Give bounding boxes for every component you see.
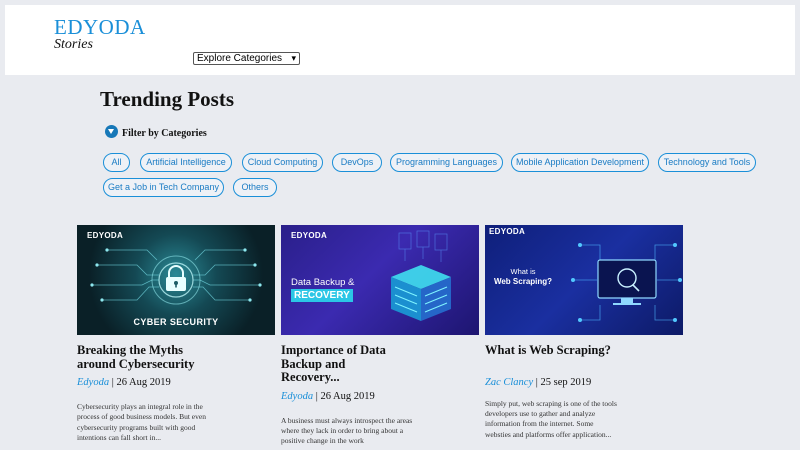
thumb-caption-line1: What is xyxy=(510,267,536,276)
post-meta: Edyoda | 26 Aug 2019 xyxy=(77,377,275,388)
chip-technology-and-tools[interactable]: Technology and Tools xyxy=(658,153,756,172)
chevron-down-icon: ▾ xyxy=(291,53,296,63)
post-meta: Edyoda | 26 Aug 2019 xyxy=(281,391,479,402)
post-title[interactable]: What is Web Scraping? xyxy=(485,343,645,358)
explore-categories-select[interactable]: Explore Categories ▾ xyxy=(193,52,300,65)
chip-artificial-intelligence[interactable]: Artificial Intelligence xyxy=(140,153,232,172)
monitor-icon xyxy=(597,259,657,305)
post-card[interactable]: EDYODA CYBER SECURITY Breaking the Myths… xyxy=(77,225,275,444)
post-date: 25 sep 2019 xyxy=(540,376,592,388)
thumb-caption: CYBER SECURITY xyxy=(133,317,219,327)
brand-tagline: Stories xyxy=(54,37,93,52)
filter-icon[interactable] xyxy=(105,124,118,138)
post-date: 26 Aug 2019 xyxy=(116,377,171,388)
filter-label: Filter by Categories xyxy=(122,127,207,139)
post-card[interactable]: EDYODA What is Web Scraping? What is Web… xyxy=(485,225,683,440)
chip-get-a-job[interactable]: Get a Job in Tech Company xyxy=(103,178,224,197)
post-author[interactable]: Zac Clancy xyxy=(485,377,533,388)
post-card[interactable]: EDYODA Data Backup & RECOVERY Importance… xyxy=(281,225,479,447)
page-title: Trending Posts xyxy=(100,87,234,111)
server-stack-icon xyxy=(391,265,451,321)
post-meta: Zac Clancy | 25 sep 2019 xyxy=(485,377,683,388)
chip-cloud-computing[interactable]: Cloud Computing xyxy=(242,153,323,172)
thumb-caption-line2: RECOVERY xyxy=(291,289,353,302)
chip-programming-languages[interactable]: Programming Languages xyxy=(390,153,503,172)
post-excerpt: A business must always introspect the ar… xyxy=(281,415,413,446)
post-thumbnail[interactable]: EDYODA CYBER SECURITY xyxy=(77,225,275,335)
lock-icon xyxy=(166,265,186,291)
post-title[interactable]: Breaking the Myths around Cybersecurity xyxy=(77,343,207,371)
post-excerpt: Simply put, web scraping is one of the t… xyxy=(485,398,617,439)
chip-others[interactable]: Others xyxy=(233,178,277,197)
thumb-brand: EDYODA xyxy=(87,231,124,240)
thumb-brand: EDYODA xyxy=(291,231,328,240)
post-thumbnail[interactable]: EDYODA What is Web Scraping? xyxy=(485,225,683,335)
chip-all[interactable]: All xyxy=(103,153,130,172)
post-date: 26 Aug 2019 xyxy=(320,390,375,402)
post-author[interactable]: Edyoda xyxy=(281,391,313,402)
post-title[interactable]: Importance of Data Backup and Recovery..… xyxy=(281,343,391,385)
filter-toggle[interactable]: Filter by Categories xyxy=(105,124,207,139)
chip-mobile-application-development[interactable]: Mobile Application Development xyxy=(511,153,649,172)
thumb-caption-line1: Data Backup & xyxy=(291,277,355,288)
post-excerpt: Cybersecurity plays an integral role in … xyxy=(77,402,206,443)
select-value: Explore Categories xyxy=(197,53,283,64)
post-author[interactable]: Edyoda xyxy=(77,377,109,388)
thumb-caption-line2: Web Scraping? xyxy=(493,277,553,286)
post-thumbnail[interactable]: EDYODA Data Backup & RECOVERY xyxy=(281,225,479,335)
thumb-brand: EDYODA xyxy=(489,227,526,236)
site-header: EDYODA Stories Explore Categories ▾ xyxy=(5,5,795,75)
chip-devops[interactable]: DevOps xyxy=(332,153,382,172)
